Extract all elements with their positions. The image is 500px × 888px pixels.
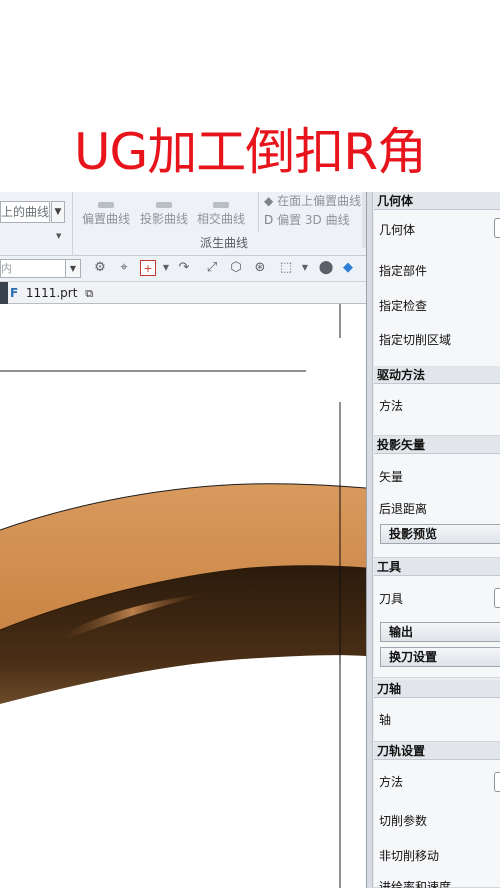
output-button[interactable]: 输出 [380, 622, 500, 642]
section-geometry-header[interactable]: 几何体 [374, 192, 500, 210]
feeds-speeds-label: 进给率和速度 [379, 880, 452, 888]
offset-in-face-icon: ◆ [264, 194, 274, 208]
geometry-select-control[interactable] [494, 218, 500, 238]
selection-filter-dropdown-icon[interactable]: ▼ [65, 259, 81, 278]
axis-label: 轴 [379, 713, 392, 727]
part-file-icon: F [10, 286, 19, 300]
tool-select-control[interactable] [494, 588, 500, 608]
non-cutting-moves-label: 非切削移动 [379, 849, 440, 863]
method-label: 方法 [379, 775, 404, 789]
geometry-label: 几何体 [379, 223, 416, 237]
panel-strip [367, 192, 373, 888]
section-tool-axis-header[interactable]: 刀轴 [374, 680, 500, 698]
shaded-view-icon[interactable]: ⬤ [318, 260, 334, 276]
intersect-curve-button[interactable]: 相交曲线 [197, 202, 245, 227]
retract-distance-label: 后退距离 [379, 502, 428, 516]
section-tool-header[interactable]: 工具 [374, 558, 500, 576]
specify-check-label: 指定检查 [379, 299, 428, 313]
curve-combo[interactable]: 上的曲线 [0, 201, 50, 223]
ribbon-separator [72, 192, 73, 256]
end-point-icon[interactable]: ⤢ [204, 260, 220, 276]
offset-3d-curve-button[interactable]: D 偏置 3D 曲线 [264, 211, 350, 228]
intersect-curve-icon [213, 202, 229, 208]
project-curve-icon [156, 202, 172, 208]
operation-dialog-panel: 几何体 几何体 指定部件 指定检查 指定切削区域 驱动方法 方法 投影矢量 矢量… [366, 192, 500, 888]
vector-label: 矢量 [379, 470, 404, 484]
overlay-title: UG加工倒扣R角 [73, 123, 427, 181]
specify-part-label: 指定部件 [379, 264, 428, 278]
curve-combo-dropdown-icon[interactable]: ▼ [51, 201, 65, 223]
offset-3d-icon: D [264, 213, 274, 227]
3d-cube-icon[interactable]: ◆ [340, 260, 356, 276]
ribbon-separator [258, 192, 259, 232]
tab-strip-edge [0, 282, 8, 304]
ribbon-toolbar: 上的曲线 ▼ ▼ 偏置曲线 投影曲线 相交曲线 派生曲线 ◆ 在面上偏置曲线 D… [0, 192, 366, 256]
circle-center-icon[interactable]: ⬡ [228, 260, 244, 276]
select-point-icon[interactable]: + [140, 260, 156, 276]
section-tool-axis-body [374, 698, 500, 742]
offset-curve-button[interactable]: 偏置曲线 [82, 202, 130, 227]
offset-curve-icon [98, 202, 114, 208]
selection-toolbar: 内 ▼ ⚙ ⌖ + ▼ ↷ ⤢ ⬡ ⊛ ⬚ ▼ ⬤ ◆ [0, 256, 366, 282]
tab-file[interactable]: F 1111.prt ⧉ [10, 283, 93, 303]
point-snap-icon[interactable]: ⌖ [116, 260, 132, 276]
method-select-control[interactable] [494, 772, 500, 792]
part-model[interactable] [0, 304, 366, 888]
graphics-window[interactable] [0, 304, 366, 888]
specify-cut-area-label: 指定切削区域 [379, 333, 452, 347]
popout-icon[interactable]: ⧉ [85, 284, 93, 304]
document-tab-strip: F 1111.prt ⧉ [0, 282, 366, 304]
section-path-settings-header[interactable]: 刀轨设置 [374, 742, 500, 760]
offset-in-face-button[interactable]: ◆ 在面上偏置曲线 [264, 192, 361, 209]
section-projection-vector-header[interactable]: 投影矢量 [374, 436, 500, 454]
project-curve-button[interactable]: 投影曲线 [140, 202, 188, 227]
intersection-icon[interactable]: ⊛ [252, 260, 268, 276]
dropdown-icon[interactable]: ▼ [158, 260, 174, 276]
selection-filter-combo[interactable]: 内 [0, 259, 66, 278]
derived-curves-group-label: 派生曲线 [200, 236, 249, 250]
section-drive-method-header[interactable]: 驱动方法 [374, 366, 500, 384]
snap-settings-icon[interactable]: ⚙ [92, 260, 108, 276]
cutting-params-label: 切削参数 [379, 814, 428, 828]
projection-preview-button[interactable]: 投影预览 [380, 524, 500, 544]
box-select-icon[interactable]: ⬚ [278, 260, 294, 276]
drive-method-label: 方法 [379, 399, 404, 413]
tool-label: 刀具 [379, 592, 404, 606]
tool-change-settings-button[interactable]: 换刀设置 [380, 647, 500, 667]
curve-snap-icon[interactable]: ↷ [176, 260, 192, 276]
dropdown-icon[interactable]: ▼ [297, 260, 313, 276]
expand-arrow-icon[interactable]: ▼ [56, 232, 61, 240]
